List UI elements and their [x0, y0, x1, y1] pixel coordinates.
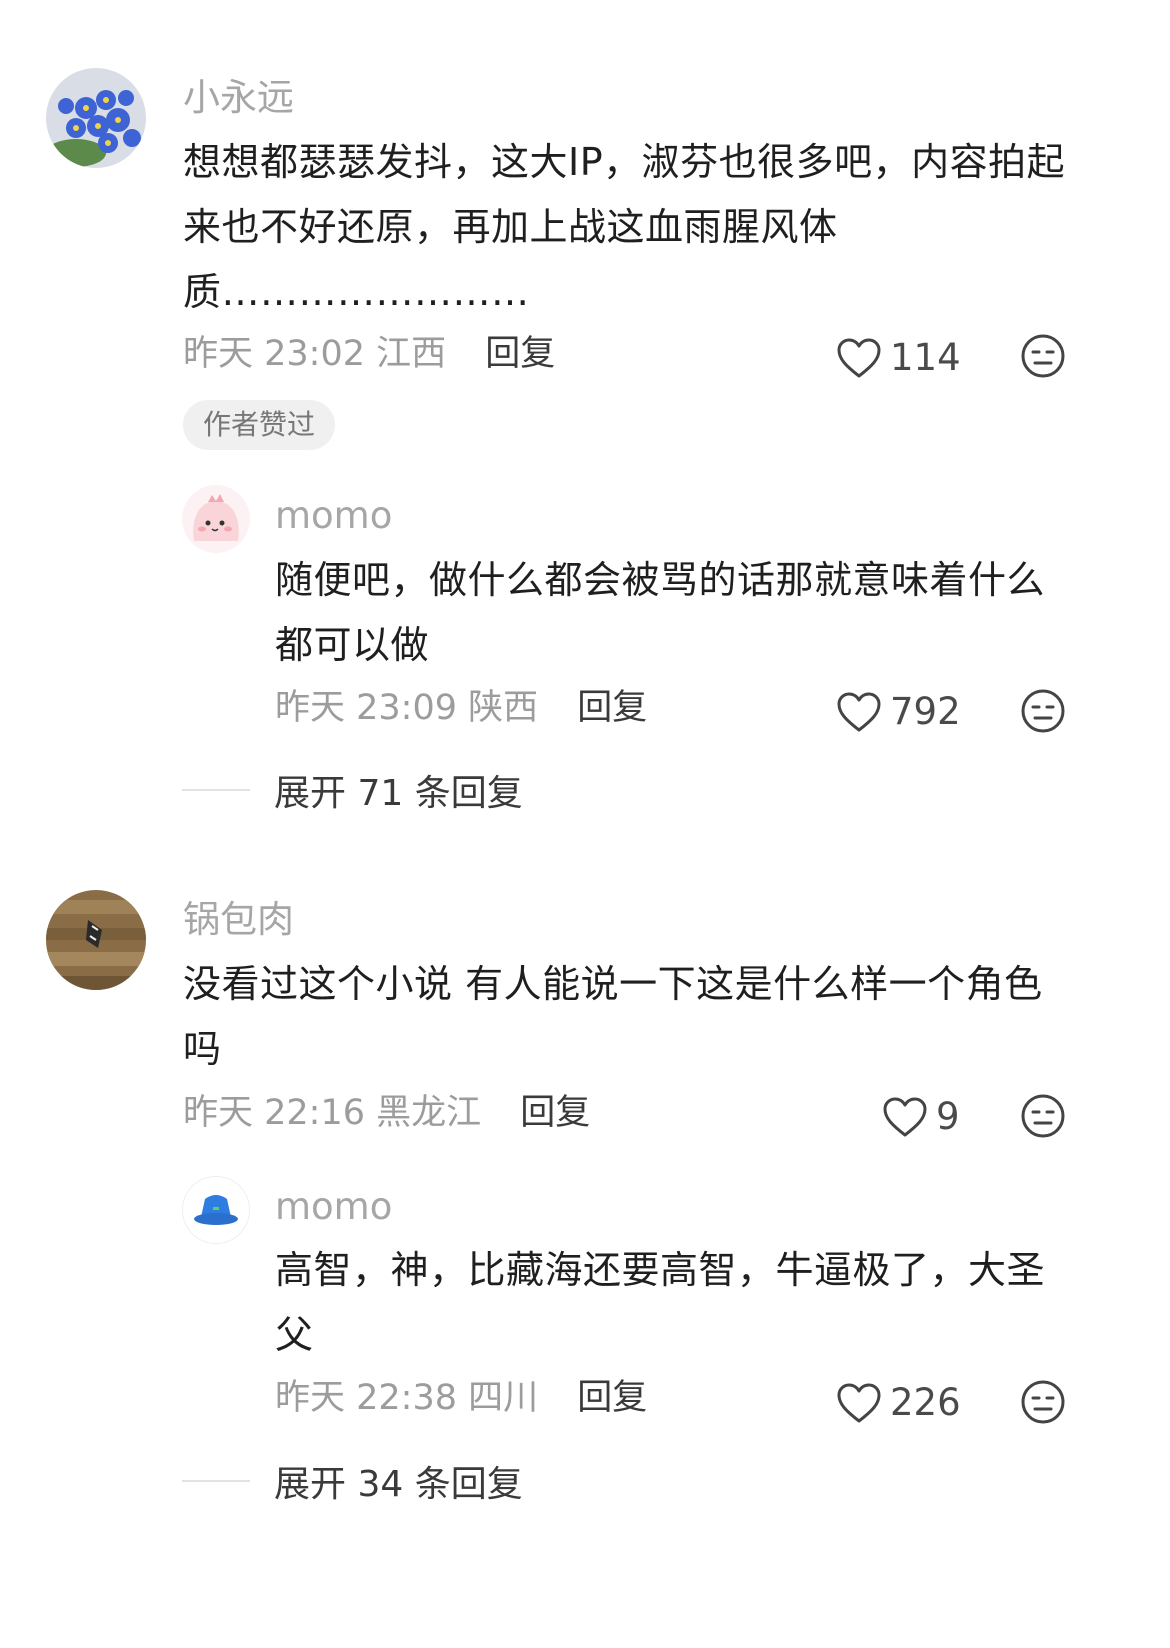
neutral-face-icon: [1021, 689, 1065, 733]
expand-replies-label: 展开 71 条回复: [274, 773, 523, 814]
blue-bucket-hat-avatar-image: [183, 1177, 249, 1243]
avatar[interactable]: [46, 68, 146, 168]
dislike-button[interactable]: [1020, 1379, 1066, 1429]
reply-button[interactable]: 回复: [577, 1378, 647, 1418]
heart-icon: [837, 1383, 881, 1423]
expand-replies-label: 展开 34 条回复: [274, 1464, 523, 1505]
username[interactable]: momo: [275, 494, 392, 538]
timestamp: 昨天 22:38: [275, 1378, 457, 1418]
username[interactable]: 小永远: [183, 76, 294, 120]
like-count: 226: [890, 1381, 961, 1424]
divider-line: [182, 789, 250, 791]
expand-replies-button[interactable]: 展开 34 条回复: [182, 1455, 523, 1507]
comment-meta: 昨天 22:16 黑龙江 回复: [183, 1091, 590, 1135]
reply-button[interactable]: 回复: [520, 1093, 590, 1133]
avatar[interactable]: [182, 485, 250, 553]
author-liked-badge: 作者赞过: [183, 400, 336, 450]
heart-icon: [837, 692, 881, 732]
like-button[interactable]: 792: [836, 690, 961, 734]
dislike-button[interactable]: [1020, 1093, 1066, 1143]
avatar[interactable]: [46, 890, 146, 990]
neutral-face-icon: [1021, 1380, 1065, 1424]
comment-text: 没看过这个小说 有人能说一下这是什么样一个角色吗: [183, 962, 1043, 1071]
comment-meta: 昨天 23:02 江西 回复: [183, 332, 555, 376]
like-button[interactable]: 226: [836, 1381, 961, 1425]
username[interactable]: momo: [275, 1185, 392, 1229]
avatar[interactable]: [182, 1176, 250, 1244]
reply-button[interactable]: 回复: [577, 688, 647, 728]
forget-me-not-avatar-image: [46, 68, 146, 168]
like-button[interactable]: 114: [836, 336, 961, 380]
comment-text: 想想都瑟瑟发抖，这大IP，淑芬也很多吧，内容拍起来也不好还原，再加上战这血雨腥风…: [183, 140, 1066, 314]
dislike-button[interactable]: [1020, 333, 1066, 383]
butterfly-avatar-image: [46, 890, 146, 990]
username[interactable]: 锅包肉: [183, 898, 294, 942]
like-button[interactable]: 9: [882, 1095, 960, 1139]
like-count: 9: [936, 1095, 960, 1138]
heart-icon: [837, 338, 881, 378]
reply-meta: 昨天 23:09 陕西 回复: [275, 686, 647, 730]
like-count: 792: [890, 690, 961, 733]
expand-replies-button[interactable]: 展开 71 条回复: [182, 764, 523, 816]
reply-meta: 昨天 22:38 四川 回复: [275, 1376, 647, 1420]
pink-dino-avatar-image: [182, 485, 250, 553]
reply-text: 随便吧，做什么都会被骂的话那就意味着什么都可以做: [275, 558, 1046, 667]
reply-button[interactable]: 回复: [485, 334, 555, 374]
location: 陕西: [468, 688, 539, 728]
neutral-face-icon: [1021, 1094, 1065, 1138]
divider-line: [182, 1480, 250, 1482]
timestamp: 昨天 23:02: [183, 334, 365, 374]
location: 江西: [376, 334, 447, 374]
heart-icon: [883, 1097, 927, 1137]
timestamp: 昨天 23:09: [275, 688, 457, 728]
reply-text: 高智，神，比藏海还要高智，牛逼极了，大圣父: [275, 1248, 1046, 1357]
location: 四川: [468, 1378, 539, 1418]
neutral-face-icon: [1021, 334, 1065, 378]
timestamp: 昨天 22:16: [183, 1093, 365, 1133]
like-count: 114: [890, 336, 961, 379]
location: 黑龙江: [376, 1093, 482, 1133]
dislike-button[interactable]: [1020, 688, 1066, 738]
